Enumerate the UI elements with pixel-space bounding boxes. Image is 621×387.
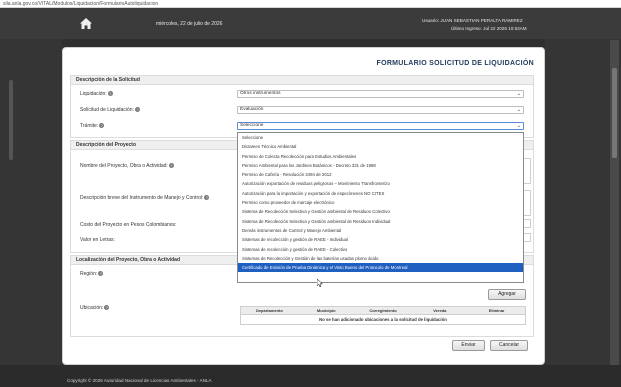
dropdown-option[interactable]: Seleccione (238, 133, 523, 142)
column-header: Municipio (316, 308, 336, 313)
tramite-select[interactable]: Seleccione ⌄ (237, 122, 524, 130)
column-header: Departamento (255, 308, 283, 313)
dropdown-option[interactable]: Sistemas de Recolección y Gestión de las… (238, 254, 523, 263)
form-title: FORMULARIO SOLICITUD DE LIQUIDACIÓN (376, 60, 534, 67)
page-scrollbar[interactable] (610, 40, 619, 365)
help-icon[interactable]: ? (134, 107, 140, 113)
home-icon[interactable] (80, 18, 92, 29)
send-button[interactable]: Enviar (452, 340, 485, 351)
table-header: Departamento Municipio Corregimiento Ver… (241, 307, 525, 315)
help-icon[interactable]: ? (107, 91, 113, 97)
url-text: sila.anla.gov.co/VITAL/Modulos/Liquidaci… (3, 1, 159, 7)
dropdown-option[interactable]: Sistema de Recolección Selectiva y Gesti… (238, 217, 523, 226)
column-header: Vereda (433, 308, 447, 313)
tramite-label: Trámite:? (80, 123, 105, 129)
left-scrollbar[interactable] (9, 80, 13, 160)
help-icon[interactable]: ? (99, 123, 105, 129)
solicitud-select[interactable]: Evaluación ⌄ (237, 106, 524, 114)
dropdown-option[interactable]: Autorización para la importación y expor… (238, 189, 523, 198)
dropdown-option[interactable]: Permiso como proveedor de marcaje electr… (238, 198, 523, 207)
top-header-bar (0, 8, 621, 39)
dropdown-option[interactable]: Permiso Ambiental para los Jardines Botá… (238, 161, 523, 170)
dropdown-option[interactable]: Permiso de Cafería - Resolución 3494 de … (238, 170, 523, 179)
footer-copyright: Copyright © 2026 Autoridad Nacional de L… (67, 378, 212, 383)
browser-url-bar[interactable]: sila.anla.gov.co/VITAL/Modulos/Liquidaci… (0, 0, 621, 8)
cancel-button[interactable]: Cancelar (490, 340, 528, 351)
column-header: Eliminar (488, 308, 505, 313)
letras-label: Valor en Letras: (80, 237, 115, 243)
dropdown-option[interactable]: Permiso de Colecta Recolección para Estu… (238, 152, 523, 161)
dropdown-option[interactable]: Demás instrumentos de Control y Manejo A… (238, 226, 523, 235)
solicitud-label: Solicitud de Liquidación:? (80, 107, 140, 113)
region-label: Región:? (80, 271, 104, 277)
dropdown-option[interactable]: Sistema de Recolección Selectiva y Gesti… (238, 207, 523, 216)
help-icon[interactable]: ? (104, 305, 110, 311)
help-icon[interactable]: ? (98, 271, 104, 277)
dropdown-option[interactable]: Sistemas de recolección y gestión de RAE… (238, 235, 523, 244)
header-last-login: Último Ingreso: Jul 22 2026 10:53AM (451, 26, 527, 31)
dropdown-option[interactable]: Sistemas de recolección y gestión de RAE… (238, 245, 523, 254)
locations-table: Departamento Municipio Corregimiento Ver… (240, 306, 526, 325)
section-heading: Descripción de la Solicitud (71, 76, 533, 85)
add-location-button[interactable]: Agregar (488, 289, 526, 300)
dropdown-option[interactable]: Dictamen Técnico Ambiental (238, 142, 523, 151)
nombre-label: Nombre del Proyecto, Obra o Actividad:? (80, 163, 174, 169)
header-date: miércoles, 22 de julio de 2026 (156, 21, 223, 27)
dropdown-option[interactable]: Autorización exportación de residuos pel… (238, 179, 523, 188)
chevron-down-icon: ⌄ (516, 91, 521, 97)
empty-table-message: No se han adicionado ubicaciones a la so… (319, 317, 447, 322)
help-icon[interactable]: ? (204, 195, 210, 201)
help-icon[interactable]: ? (168, 163, 174, 169)
page-footer: Copyright © 2026 Autoridad Nacional de L… (0, 365, 621, 387)
column-header: Corregimiento (369, 308, 397, 313)
header-user: Usuario: JUAN SEBASTIAN PERALTA RAMIREZ (422, 18, 523, 23)
chevron-down-icon: ⌄ (516, 107, 521, 113)
liquidacion-select[interactable]: Otros instrumentos ⌄ (237, 90, 524, 98)
mouse-cursor-icon (317, 279, 323, 287)
dropdown-option-highlighted[interactable]: Certificado de Emisión de Prueba Dinámic… (238, 263, 523, 273)
scrollbar-thumb[interactable] (612, 68, 617, 158)
instrumento-label: Descripción breve del Instrumento de Man… (80, 195, 210, 201)
tramite-dropdown-list[interactable]: Seleccione Dictamen Técnico Ambiental Pe… (237, 132, 524, 283)
costo-label: Costo del Proyecto en Pesos Colombianos: (80, 222, 177, 228)
chevron-down-icon: ⌄ (516, 123, 521, 129)
liquidacion-label: Liquidación:? (80, 91, 113, 97)
ubicacion-label: Ubicación:? (80, 305, 110, 311)
